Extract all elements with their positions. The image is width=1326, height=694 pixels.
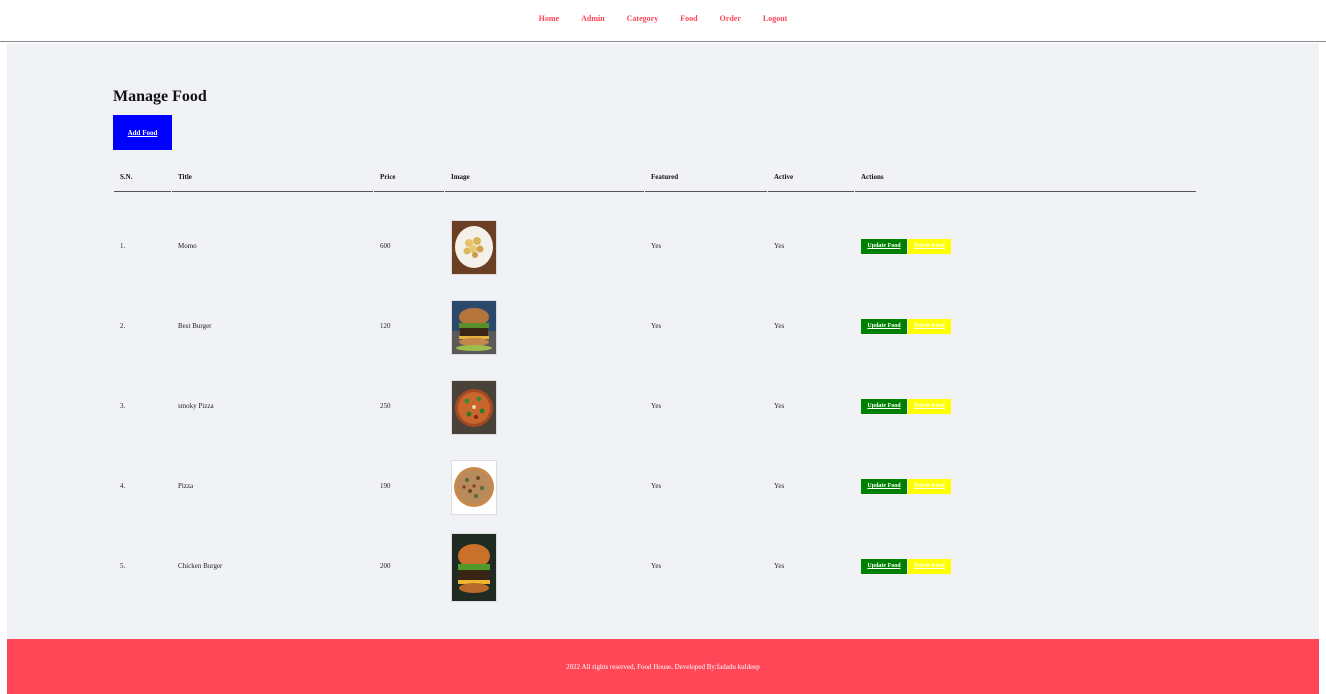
column-header-price: Price	[374, 163, 444, 192]
column-header-title: Title	[172, 163, 373, 192]
cell-title: smoky Pizza	[178, 402, 214, 410]
cell-sn: 4.	[120, 482, 126, 490]
table-row: 5. Chicken Burger 200 Yes Yes Update Foo…	[114, 526, 1196, 606]
cell-image	[445, 286, 644, 366]
food-table: S.N. Title Price Image Featured Active A…	[113, 163, 1197, 606]
cell-sn: 5.	[120, 562, 126, 570]
cell-price: 250	[380, 402, 391, 410]
update-food-button[interactable]: Update Food	[861, 558, 907, 574]
nav-link-order[interactable]: Order	[720, 14, 741, 23]
nav-link-home[interactable]: Home	[539, 14, 559, 23]
nav-link-food[interactable]: Food	[680, 14, 697, 23]
cell-title: Pizza	[178, 482, 194, 490]
nav-link-logout[interactable]: Logout	[763, 14, 787, 23]
add-food-button[interactable]: Add Food	[113, 115, 172, 150]
cell-title: Best Burger	[178, 322, 212, 330]
momo-image	[451, 219, 497, 275]
delete-food-button[interactable]: Delete Food	[908, 318, 951, 334]
burger-image	[451, 299, 497, 355]
cell-price: 200	[380, 562, 391, 570]
footer: 2022 All rights reserved, Food House. De…	[7, 639, 1319, 694]
cell-actions: Update Food Delete Food	[855, 192, 1196, 286]
nav-link-admin[interactable]: Admin	[581, 14, 605, 23]
chicken-burger-image	[451, 532, 497, 602]
cell-image	[445, 526, 644, 606]
nav-link-category[interactable]: Category	[627, 14, 659, 23]
cell-featured: Yes	[651, 242, 662, 250]
cell-featured: Yes	[651, 482, 662, 490]
update-food-button[interactable]: Update Food	[861, 318, 907, 334]
cell-price: 600	[380, 242, 391, 250]
page-title: Manage Food	[113, 88, 207, 105]
delete-food-button[interactable]: Delete Food	[908, 558, 951, 574]
column-header-featured: Featured	[645, 163, 767, 192]
table-header-row: S.N. Title Price Image Featured Active A…	[114, 163, 1196, 192]
cell-active: Yes	[774, 322, 785, 330]
update-food-button[interactable]: Update Food	[861, 398, 907, 414]
column-header-sn: S.N.	[114, 163, 171, 192]
cell-image	[445, 192, 644, 286]
cell-actions: Update Food Delete Food	[855, 446, 1196, 526]
main-content: Manage Food Add Food S.N. Title Price Im…	[7, 43, 1319, 639]
table-row: 3. smoky Pizza 250 Yes Yes Update Food D…	[114, 366, 1196, 446]
cell-sn: 3.	[120, 402, 126, 410]
top-nav: Home Admin Category Food Order Logout	[0, 0, 1326, 42]
delete-food-button[interactable]: Delete Food	[908, 238, 951, 254]
cell-image	[445, 366, 644, 446]
column-header-image: Image	[445, 163, 644, 192]
table-row: 4. Pizza 190 Yes Yes Update Food Delete …	[114, 446, 1196, 526]
cell-active: Yes	[774, 402, 785, 410]
cell-actions: Update Food Delete Food	[855, 286, 1196, 366]
cell-active: Yes	[774, 242, 785, 250]
column-header-active: Active	[768, 163, 854, 192]
cell-active: Yes	[774, 562, 785, 570]
footer-copyright: 2022 All rights reserved, Food House. De…	[566, 662, 760, 671]
cell-sn: 1.	[120, 242, 126, 250]
update-food-button[interactable]: Update Food	[861, 238, 907, 254]
nav-list: Home Admin Category Food Order Logout	[0, 8, 1326, 26]
cell-image	[445, 446, 644, 526]
cell-featured: Yes	[651, 402, 662, 410]
table-row: 1. Momo 600 Yes Yes Update Food Delete F…	[114, 192, 1196, 286]
pizza-image	[451, 459, 497, 515]
cell-actions: Update Food Delete Food	[855, 526, 1196, 606]
cell-title: Momo	[178, 242, 197, 250]
cell-active: Yes	[774, 482, 785, 490]
cell-actions: Update Food Delete Food	[855, 366, 1196, 446]
cell-featured: Yes	[651, 562, 662, 570]
cell-sn: 2.	[120, 322, 126, 330]
cell-title: Chicken Burger	[178, 562, 223, 570]
smoky-pizza-image	[451, 379, 497, 435]
update-food-button[interactable]: Update Food	[861, 478, 907, 494]
cell-featured: Yes	[651, 322, 662, 330]
cell-price: 190	[380, 482, 391, 490]
table-row: 2. Best Burger 120 Yes Yes Update Food D…	[114, 286, 1196, 366]
delete-food-button[interactable]: Delete Food	[908, 478, 951, 494]
column-header-actions: Actions	[855, 163, 1196, 192]
cell-price: 120	[380, 322, 391, 330]
delete-food-button[interactable]: Delete Food	[908, 398, 951, 414]
